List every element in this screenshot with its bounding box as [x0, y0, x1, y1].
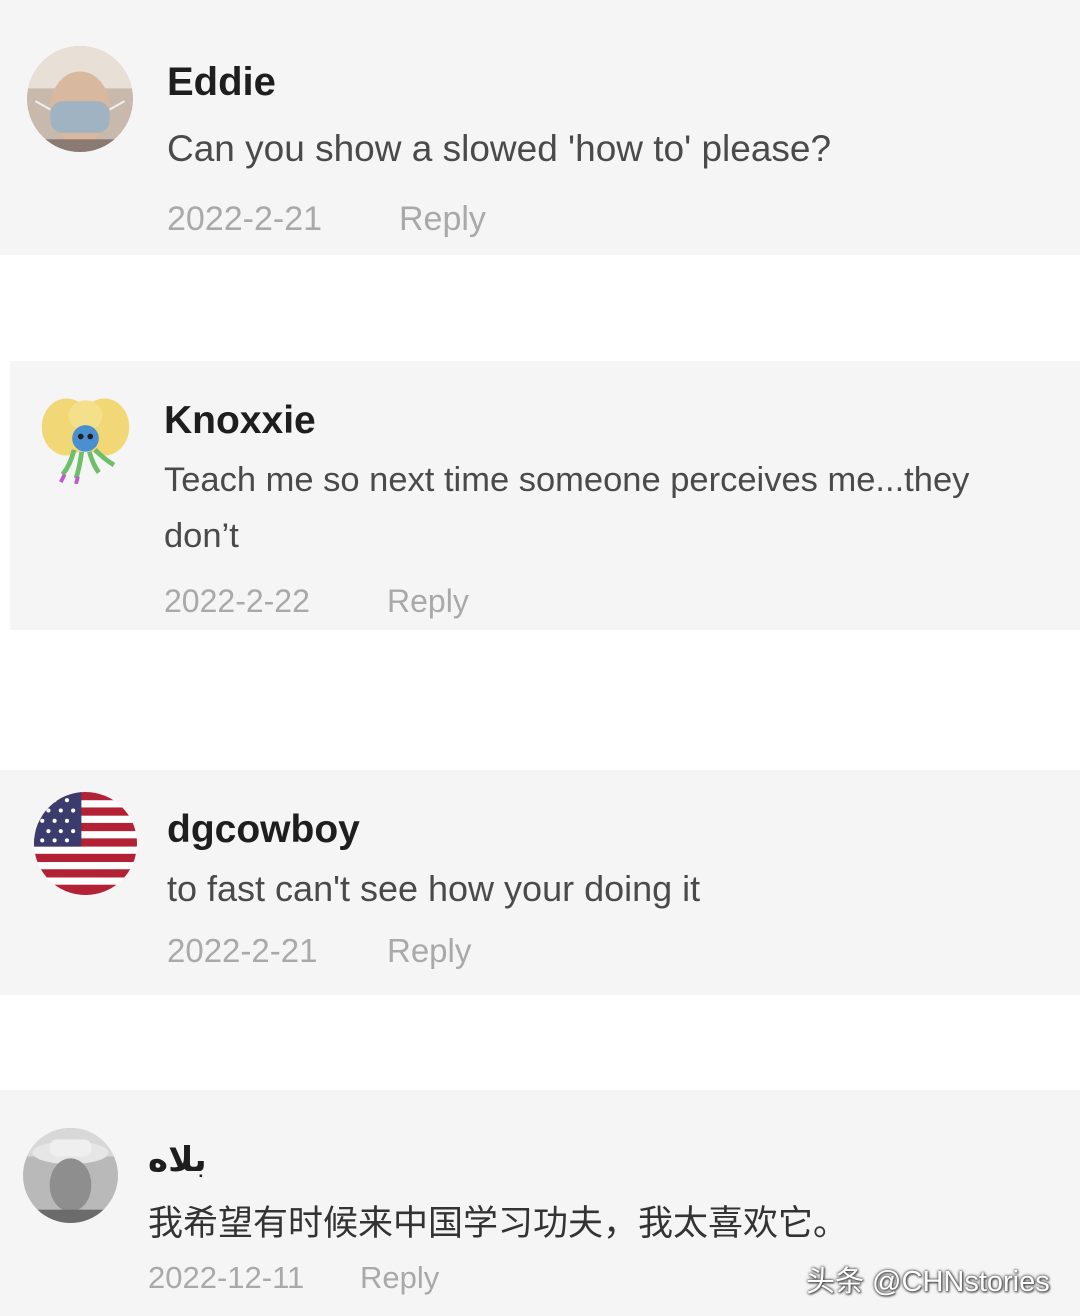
person-with-hat-avatar-icon [23, 1128, 118, 1223]
comment-text: 我希望有时候来中国学习功夫，我太喜欢它。 [148, 1204, 849, 1244]
avatar[interactable] [38, 389, 133, 484]
avatar[interactable] [34, 792, 137, 895]
comment-card: Knoxxie Teach me so next time someone pe… [10, 361, 1080, 630]
masked-person-avatar-icon [27, 46, 133, 152]
comment-date: 2022-2-22 [164, 583, 310, 619]
avatar[interactable] [23, 1128, 118, 1223]
comment-date: 2022-12-11 [148, 1260, 305, 1295]
reply-button[interactable]: Reply [387, 932, 471, 970]
username[interactable]: Knoxxie [164, 399, 316, 443]
reply-button[interactable]: Reply [387, 583, 469, 620]
comment-date: 2022-2-21 [167, 932, 318, 969]
username[interactable]: بلاه [148, 1140, 207, 1180]
comment-card: Eddie Can you show a slowed 'how to' ple… [0, 0, 1080, 255]
avatar[interactable] [27, 46, 133, 152]
us-flag-avatar-icon [34, 792, 137, 895]
comment-text: Can you show a slowed 'how to' please? [167, 128, 832, 169]
comment-text-line2: don’t [164, 517, 239, 555]
reply-button[interactable]: Reply [399, 200, 486, 239]
comment-date: 2022-2-21 [167, 200, 323, 238]
username[interactable]: Eddie [167, 60, 276, 105]
cartoon-creature-avatar-icon [41, 398, 130, 484]
reply-button[interactable]: Reply [360, 1260, 439, 1296]
username[interactable]: dgcowboy [167, 808, 360, 852]
comment-card: dgcowboy to fast can't see how your doin… [0, 770, 1080, 995]
comment-text-line1: Teach me so next time someone perceives … [164, 461, 970, 499]
comment-text: to fast can't see how your doing it [167, 868, 701, 909]
watermark: 头条 @CHNstories [806, 1266, 1050, 1298]
